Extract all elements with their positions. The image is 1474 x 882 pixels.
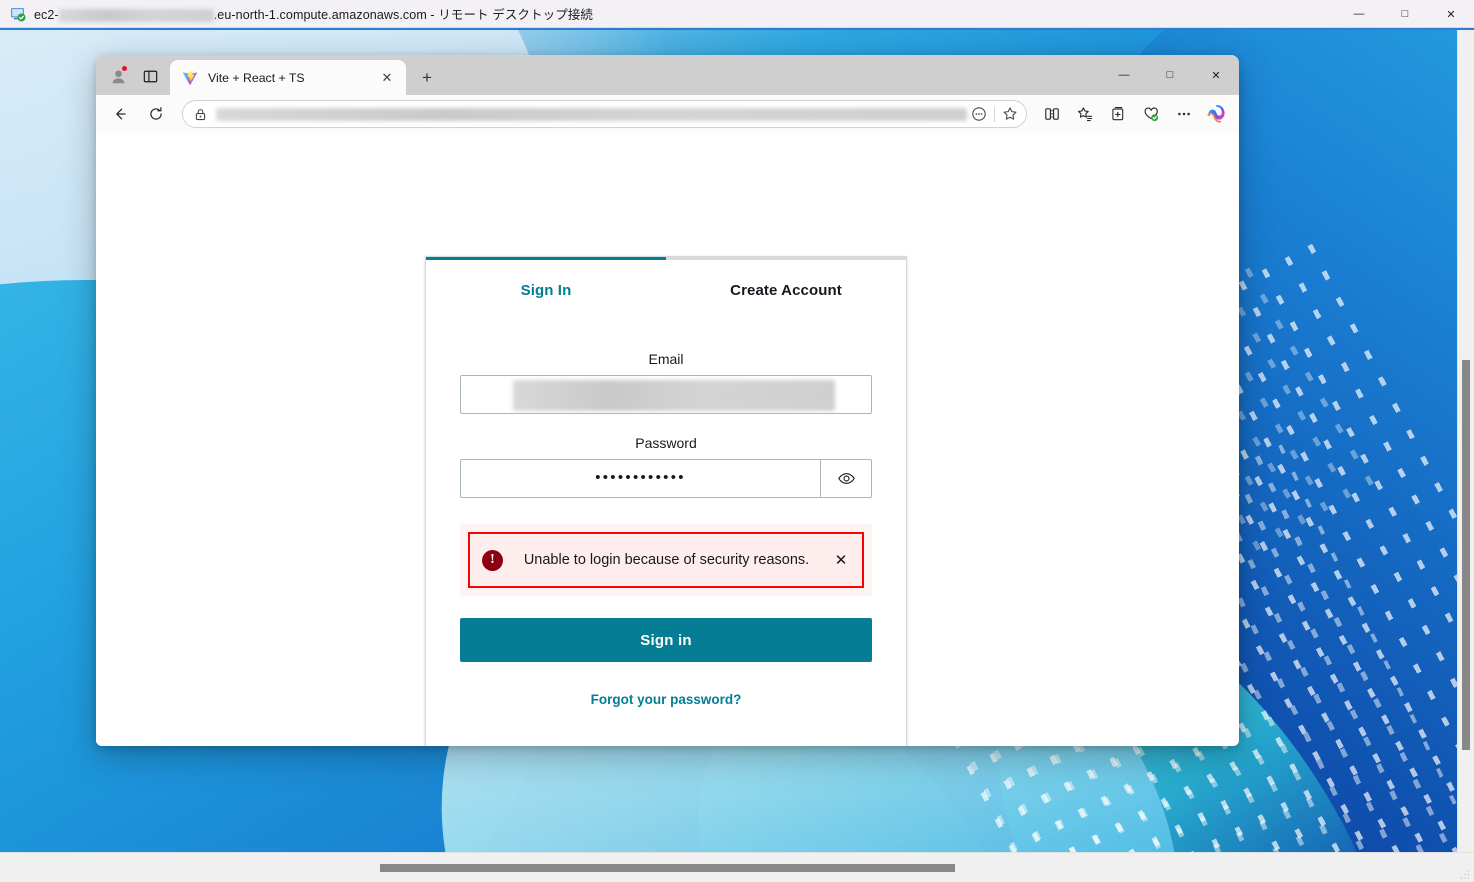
- error-alert: ! Unable to login because of security re…: [468, 532, 864, 588]
- settings-ellipsis-icon: [1177, 112, 1190, 116]
- browser-minimize-button[interactable]: —: [1101, 55, 1147, 95]
- rdp-vertical-scroll-thumb[interactable]: [1462, 360, 1470, 750]
- rdp-title-redaction: [58, 9, 214, 23]
- address-bar-actions: [967, 102, 1022, 126]
- lock-icon: [193, 107, 208, 122]
- error-alert-close-button[interactable]: ✕: [830, 549, 852, 571]
- back-button[interactable]: [105, 99, 135, 129]
- eye-icon: [837, 473, 855, 484]
- notification-dot-icon: [121, 65, 128, 72]
- password-field[interactable]: ••••••••••••: [460, 459, 820, 498]
- split-screen-button[interactable]: [1036, 99, 1067, 129]
- rdp-vertical-scrollbar[interactable]: [1457, 30, 1474, 852]
- address-bar[interactable]: [182, 100, 1027, 128]
- reload-button[interactable]: [141, 99, 171, 129]
- browser-close-button[interactable]: ✕: [1193, 55, 1239, 95]
- password-field-group: ••••••••••••: [460, 459, 872, 498]
- settings-and-more-button[interactable]: [1168, 99, 1199, 129]
- error-exclamation-icon: !: [482, 549, 503, 571]
- back-arrow-icon: [116, 108, 126, 120]
- browser-tab[interactable]: Vite + React + TS ✕: [170, 60, 406, 95]
- email-value-redaction: [513, 380, 835, 411]
- auth-tabs: Sign In Create Account: [426, 260, 906, 315]
- password-visibility-toggle[interactable]: [820, 459, 872, 498]
- rdp-horizontal-scrollbar[interactable]: [0, 852, 1474, 882]
- browser-window-controls: — □ ✕: [1101, 55, 1239, 95]
- rdp-title-prefix: ec2-: [34, 8, 59, 22]
- password-label: Password: [635, 435, 697, 451]
- rdp-horizontal-scroll-thumb[interactable]: [380, 864, 955, 872]
- tab-create-account[interactable]: Create Account: [666, 260, 906, 315]
- rdp-title-text: ec2- .eu-north-1.compute.amazonaws.com - …: [34, 4, 593, 23]
- edge-browser-window: Vite + React + TS ✕ + — □ ✕ Sign In Crea…: [96, 55, 1239, 746]
- favorite-star-icon[interactable]: [998, 102, 1022, 126]
- remote-desktop-icon: [10, 6, 26, 22]
- reload-icon: [150, 107, 162, 120]
- favorites-button[interactable]: [1069, 99, 1100, 129]
- vite-logo-icon: [182, 70, 198, 86]
- browser-tab-title: Vite + React + TS: [208, 70, 305, 85]
- tab-actions-button[interactable]: [134, 60, 166, 92]
- rdp-title-bar: ec2- .eu-north-1.compute.amazonaws.com - …: [0, 0, 1474, 28]
- copilot-button[interactable]: [1201, 99, 1232, 129]
- browser-toolbar: [96, 95, 1239, 133]
- error-alert-message: Unable to login because of security reas…: [523, 551, 810, 568]
- browser-tab-strip: Vite + React + TS ✕ + — □ ✕: [96, 55, 1239, 95]
- browser-essentials-button[interactable]: [1135, 99, 1166, 129]
- collections-icon: [1111, 107, 1123, 121]
- rdp-title-suffix: .eu-north-1.compute.amazonaws.com - リモート…: [213, 8, 594, 22]
- page-viewport: Sign In Create Account Email Password ••…: [96, 133, 1239, 746]
- split-screen-icon: [1044, 108, 1059, 120]
- toolbar-divider: [994, 106, 995, 122]
- rdp-close-button[interactable]: ✕: [1428, 0, 1474, 28]
- copilot-icon: [1206, 105, 1225, 123]
- auth-form: Email Password •••••••••••• ! Unable to …: [426, 315, 906, 741]
- collections-button[interactable]: [1102, 99, 1133, 129]
- rdp-window-controls: — □ ✕: [1336, 0, 1474, 28]
- more-info-circle-icon[interactable]: [967, 102, 991, 126]
- browser-essentials-icon: [1144, 107, 1158, 122]
- forgot-password-link[interactable]: Forgot your password?: [460, 692, 872, 741]
- new-tab-button[interactable]: +: [412, 62, 442, 92]
- rdp-maximize-button[interactable]: □: [1382, 0, 1428, 28]
- sign-in-button[interactable]: Sign in: [460, 618, 872, 662]
- resize-grip-icon: [1460, 870, 1470, 879]
- email-label: Email: [648, 351, 684, 367]
- auth-card: Sign In Create Account Email Password ••…: [425, 256, 907, 746]
- screen-root: ec2- .eu-north-1.compute.amazonaws.com - …: [0, 0, 1474, 882]
- error-alert-container: ! Unable to login because of security re…: [460, 524, 872, 596]
- profile-button[interactable]: [102, 60, 134, 92]
- email-field[interactable]: [460, 375, 872, 414]
- browser-maximize-button[interactable]: □: [1147, 55, 1193, 95]
- address-bar-url: [216, 107, 967, 121]
- rdp-minimize-button[interactable]: —: [1336, 0, 1382, 28]
- favorites-list-icon: [1077, 107, 1092, 122]
- tab-sign-in[interactable]: Sign In: [426, 260, 666, 315]
- tab-actions-icon: [143, 70, 157, 82]
- tab-close-button[interactable]: ✕: [376, 67, 398, 89]
- password-masked-value: ••••••••••••: [595, 469, 686, 486]
